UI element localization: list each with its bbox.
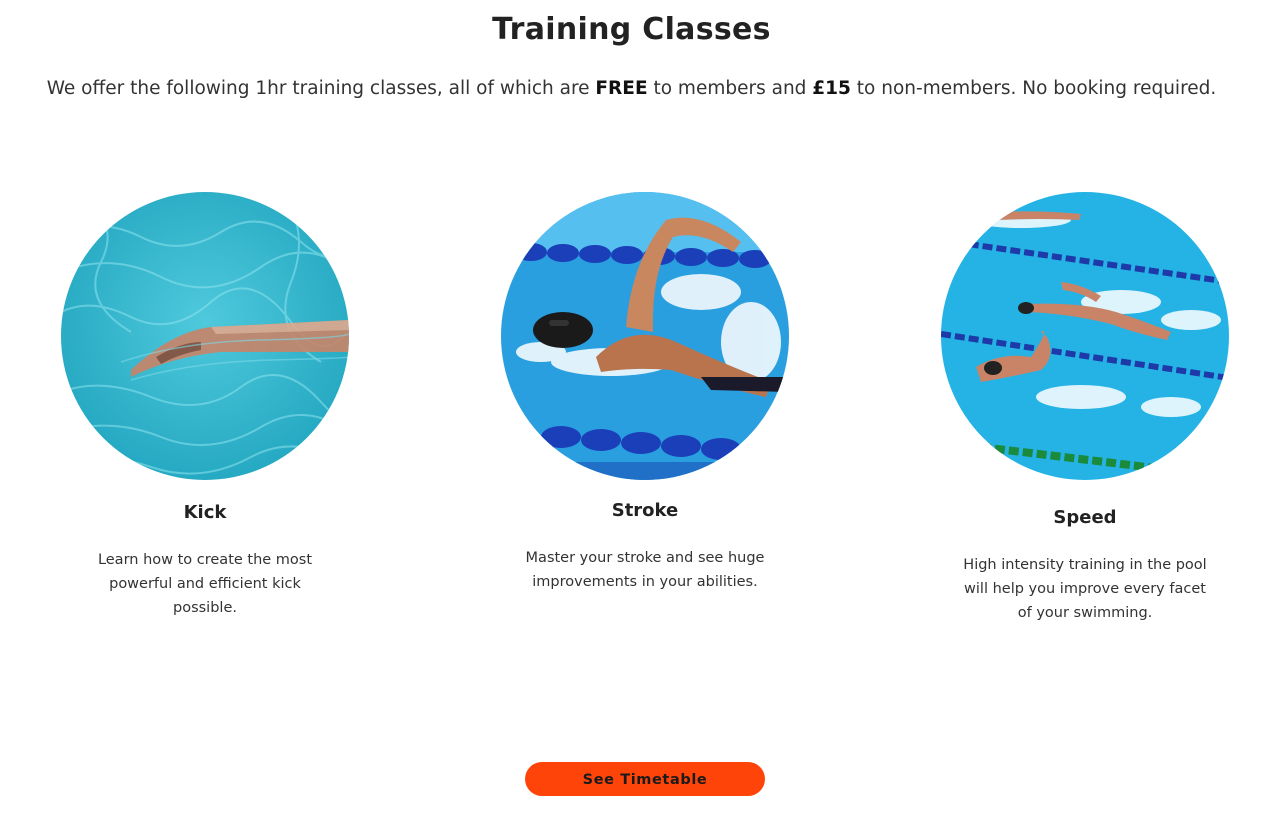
intro-text: We offer the following 1hr training clas… [0,78,1263,99]
stroke-class-image [501,192,789,480]
class-title-stroke: Stroke [611,500,679,521]
intro-text-before: We offer the following 1hr training clas… [46,78,596,99]
see-timetable-button[interactable]: See Timetable [525,762,765,796]
class-description-stroke: Master your stroke and see huge improvem… [525,550,765,590]
intro-free-label: FREE [595,78,648,99]
training-classes-section: Training Classes We offer the following … [0,0,1263,828]
class-card-speed: Speed High intensity training in the poo… [935,192,1235,632]
speed-class-image [941,192,1229,480]
class-card-kick: Kick Learn how to create the most powerf… [55,192,355,616]
class-card-stroke: Stroke Master your stroke and see huge i… [495,192,795,612]
class-title-kick: Kick [183,502,227,523]
intro-text-middle: to members and [647,78,813,99]
intro-price-label: £15 [812,78,851,99]
page-title: Training Classes [492,12,771,47]
class-description-kick: Learn how to create the most powerful an… [97,552,313,616]
intro-text-after: to non-members. No booking required. [850,78,1217,99]
kick-class-image [61,192,349,480]
class-description-speed: High intensity training in the pool will… [963,557,1207,621]
class-title-speed: Speed [1053,507,1117,528]
